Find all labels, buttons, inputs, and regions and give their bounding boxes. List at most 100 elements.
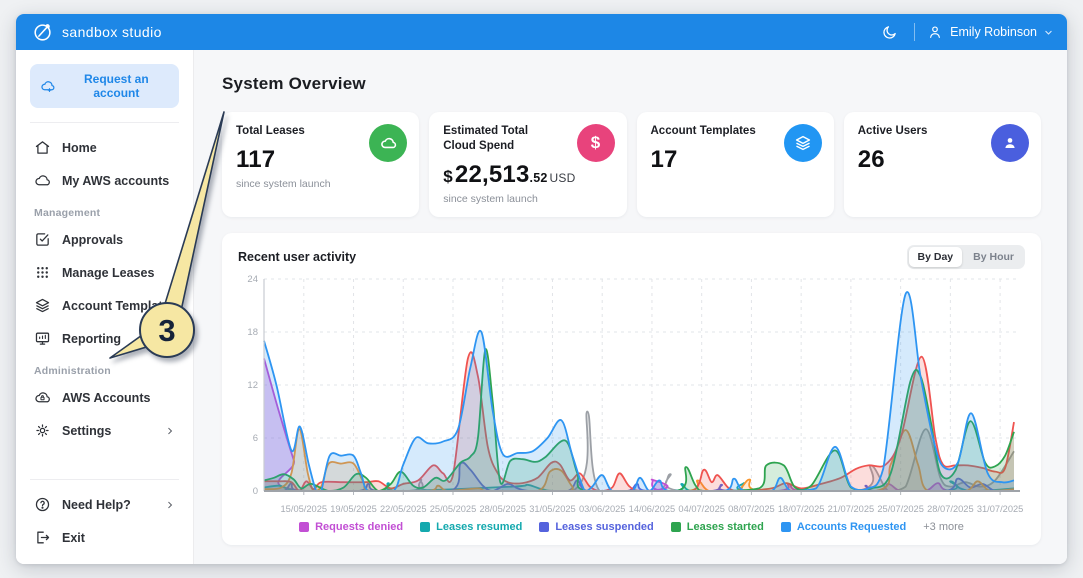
legend-swatch (420, 522, 430, 532)
sidebar-item-reporting[interactable]: Reporting (16, 322, 193, 355)
topbar: sandbox studio Emily Robinson (16, 14, 1067, 50)
chevron-down-icon (1044, 28, 1053, 37)
cloud-icon (369, 124, 407, 162)
section-label-administration: Administration (16, 355, 193, 381)
svg-text:18/07/2025: 18/07/2025 (778, 504, 825, 514)
svg-text:31/05/2025: 31/05/2025 (529, 504, 576, 514)
user-name: Emily Robinson (950, 25, 1037, 39)
by-hour-toggle[interactable]: By Hour (964, 247, 1023, 267)
sidebar: Request an account Home My AWS accounts … (16, 50, 194, 564)
legend-label: Leases started (687, 521, 764, 533)
grid-dots-icon (34, 264, 51, 281)
legend-label: Requests denied (315, 521, 403, 533)
svg-text:19/05/2025: 19/05/2025 (330, 504, 377, 514)
topbar-divider (914, 23, 915, 41)
page-title: System Overview (222, 74, 1041, 94)
card-title: Total Leases (236, 124, 356, 139)
sidebar-item-approvals[interactable]: Approvals (16, 223, 193, 256)
legend-swatch (671, 522, 681, 532)
layers-icon (784, 124, 822, 162)
svg-text:28/05/2025: 28/05/2025 (479, 504, 526, 514)
sidebar-item-manage-leases[interactable]: Manage Leases (16, 256, 193, 289)
brand-logo-icon (32, 21, 54, 43)
svg-text:15/05/2025: 15/05/2025 (281, 504, 328, 514)
legend-swatch (299, 522, 309, 532)
dark-mode-toggle[interactable] (876, 19, 902, 45)
card-title: Estimated Total Cloud Spend (443, 124, 563, 154)
sidebar-item-home[interactable]: Home (16, 131, 193, 164)
cloud-lock-icon (34, 389, 51, 406)
main-content: System Overview Total Leases 117 since s… (194, 50, 1067, 564)
by-day-toggle[interactable]: By Day (909, 247, 963, 267)
svg-text:25/07/2025: 25/07/2025 (877, 504, 924, 514)
legend-item[interactable]: Requests denied (299, 521, 403, 533)
sidebar-item-exit[interactable]: Exit (16, 521, 193, 554)
brand-name: sandbox studio (62, 24, 162, 40)
legend-item[interactable]: Leases resumed (420, 521, 522, 533)
legend-swatch (781, 522, 791, 532)
svg-text:21/07/2025: 21/07/2025 (828, 504, 875, 514)
request-account-button[interactable]: Request an account (30, 64, 179, 108)
sidebar-item-need-help[interactable]: Need Help? (16, 488, 193, 521)
check-square-icon (34, 231, 51, 248)
card-cloud-spend: Estimated Total Cloud Spend $22,513.52US… (429, 112, 626, 217)
cloud-icon (34, 172, 51, 189)
user-icon (991, 124, 1029, 162)
chevron-right-icon (165, 500, 175, 510)
svg-text:03/06/2025: 03/06/2025 (579, 504, 626, 514)
divider (30, 479, 179, 480)
divider (30, 122, 179, 123)
card-value: $22,513.52USD (443, 161, 612, 189)
layers-icon (34, 297, 51, 314)
svg-text:0: 0 (253, 486, 258, 497)
svg-text:04/07/2025: 04/07/2025 (678, 504, 725, 514)
svg-text:18: 18 (247, 327, 258, 338)
legend-more-label[interactable]: +3 more (923, 521, 964, 533)
legend-item[interactable]: Leases suspended (539, 521, 653, 533)
question-circle-icon (34, 496, 51, 513)
section-label-management: Management (16, 197, 193, 223)
card-title: Account Templates (651, 124, 771, 139)
svg-text:22/05/2025: 22/05/2025 (380, 504, 427, 514)
app-window: sandbox studio Emily Robinson (16, 14, 1067, 564)
interval-toggle: By Day By Hour (907, 245, 1025, 269)
legend-item[interactable]: Leases started (671, 521, 764, 533)
sidebar-item-aws-accounts[interactable]: AWS Accounts (16, 381, 193, 414)
legend-label: Leases suspended (555, 521, 653, 533)
card-total-leases: Total Leases 117 since system launch (222, 112, 419, 217)
sidebar-item-settings[interactable]: Settings (16, 414, 193, 447)
card-title: Active Users (858, 124, 978, 139)
user-menu[interactable]: Emily Robinson (927, 24, 1053, 40)
svg-text:14/06/2025: 14/06/2025 (629, 504, 676, 514)
monitor-icon (34, 330, 51, 347)
chevron-right-icon (165, 426, 175, 436)
sidebar-item-my-aws-accounts[interactable]: My AWS accounts (16, 164, 193, 197)
user-icon (927, 24, 943, 40)
legend-label: Leases resumed (436, 521, 522, 533)
svg-text:31/07/2025: 31/07/2025 (977, 504, 1024, 514)
legend-item[interactable]: Accounts Requested (781, 521, 906, 533)
svg-text:6: 6 (253, 433, 258, 444)
cloud-plus-icon (40, 78, 56, 95)
stat-cards: Total Leases 117 since system launch Est… (222, 112, 1041, 217)
svg-text:25/05/2025: 25/05/2025 (430, 504, 477, 514)
sidebar-item-account-templates[interactable]: Account Templates (16, 289, 193, 322)
sign-out-icon (34, 529, 51, 546)
card-caption: since system launch (443, 193, 612, 205)
gear-icon (34, 422, 51, 439)
moon-icon (881, 24, 898, 41)
activity-chart-card: Recent user activity By Day By Hour 0 6 12… (222, 233, 1041, 545)
activity-chart: 0612182415/05/202519/05/202522/05/202525… (238, 269, 1025, 519)
svg-text:12: 12 (247, 380, 258, 391)
home-icon (34, 139, 51, 156)
brand: sandbox studio (32, 21, 162, 43)
legend-swatch (539, 522, 549, 532)
dollar-icon: $ (577, 124, 615, 162)
svg-text:08/07/2025: 08/07/2025 (728, 504, 775, 514)
card-account-templates: Account Templates 17 (637, 112, 834, 217)
chart-legend: Requests denied Leases resumed Leases susp… (238, 521, 1025, 533)
svg-text:28/07/2025: 28/07/2025 (927, 504, 974, 514)
svg-text:24: 24 (247, 274, 258, 285)
legend-label: Accounts Requested (797, 521, 906, 533)
chart-title: Recent user activity (238, 250, 356, 264)
